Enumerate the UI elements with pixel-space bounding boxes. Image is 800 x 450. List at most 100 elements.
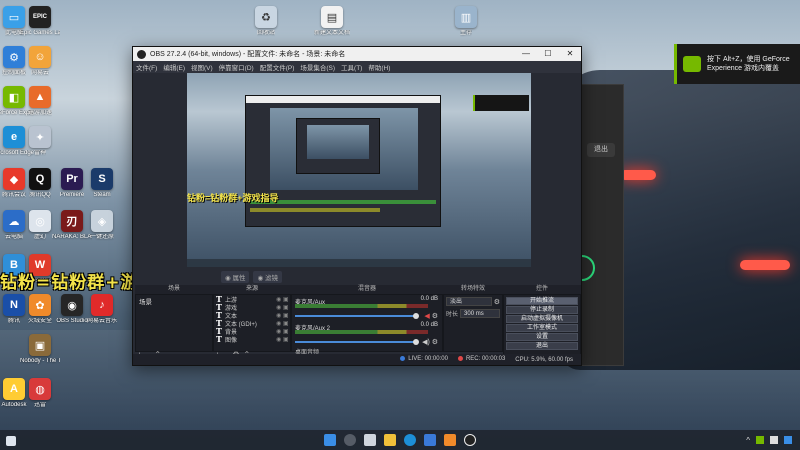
- tray-chevron-icon[interactable]: ^: [746, 436, 750, 445]
- lock-icon[interactable]: ▣: [283, 304, 290, 311]
- menu-profile[interactable]: 配置文件(P): [260, 62, 295, 72]
- volume-slider[interactable]: [295, 313, 419, 319]
- desktop-icon[interactable]: S Steam: [82, 168, 122, 199]
- live-status: LIVE: 00:00:00: [400, 356, 448, 363]
- volume-icon[interactable]: [784, 436, 792, 444]
- obs-title: OBS 27.2.4 (64-bit, windows) - 配置文件: 未命名…: [150, 51, 346, 58]
- geforce-toast: 按下 Alt+Z，使用 GeForce Experience 游戏内覆盖: [674, 44, 800, 84]
- obs-taskbar-icon[interactable]: [464, 434, 476, 446]
- start-streaming-button[interactable]: 开始推流: [506, 297, 578, 305]
- settings-button[interactable]: 设置: [506, 333, 578, 341]
- cpu-status: CPU: 5.9%, 60.00 fps: [515, 356, 573, 363]
- desktop-icon-label: 火绒安全: [27, 318, 52, 324]
- tab-properties[interactable]: ◉ 属性: [221, 271, 250, 283]
- eye-icon[interactable]: ◉: [276, 320, 283, 327]
- eye-icon[interactable]: ◉: [276, 304, 283, 311]
- file-explorer-icon[interactable]: [384, 434, 396, 446]
- eye-icon[interactable]: ◉: [276, 336, 283, 343]
- preview-nested-obs: [245, 95, 441, 227]
- obs-menu-bar: 文件(F) 编辑(E) 视图(V) 停靠窗口(D) 配置文件(P) 场景集合(S…: [133, 61, 581, 73]
- lock-icon[interactable]: ▣: [283, 328, 290, 335]
- wallpaper-tail-light: [740, 260, 790, 270]
- desktop-icon[interactable]: EPIC Epic Games Launcher: [20, 6, 60, 37]
- scene-item[interactable]: 场景: [136, 295, 212, 307]
- mute-icon[interactable]: ◀ ⚙: [424, 312, 438, 320]
- menu-help[interactable]: 帮助(H): [368, 62, 390, 72]
- controls-dock: 开始推流 停止录制 启动虚拟摄像机 工作室模式 设置 退出: [503, 294, 581, 362]
- obs-logo-icon: [137, 49, 146, 59]
- network-icon[interactable]: [770, 436, 778, 444]
- menu-edit[interactable]: 编辑(E): [163, 62, 185, 72]
- eye-icon[interactable]: ◉: [276, 312, 283, 319]
- app-icon: ▲: [29, 86, 51, 108]
- eye-icon[interactable]: ◉: [276, 296, 283, 303]
- controls-header: 控件: [503, 285, 581, 294]
- nvidia-tray-icon[interactable]: [756, 436, 764, 444]
- lock-icon[interactable]: ▣: [283, 312, 290, 319]
- lock-icon[interactable]: ▣: [283, 320, 290, 327]
- obs-title-bar[interactable]: OBS 27.2.4 (64-bit, windows) - 配置文件: 未命名…: [133, 47, 581, 61]
- source-item[interactable]: T 图像 ◉ ▣: [214, 334, 290, 344]
- sources-header: 来源: [213, 285, 291, 294]
- desktop-icon-label: 雷神: [33, 150, 46, 156]
- desktop-icon[interactable]: ♪ 网易云音乐: [82, 294, 122, 325]
- menu-view[interactable]: 视图(V): [191, 62, 213, 72]
- desktop-icon[interactable]: ☺ 网易云: [20, 46, 60, 77]
- lock-icon[interactable]: ▣: [283, 296, 290, 303]
- scenes-dock: 场景: [135, 294, 213, 352]
- app-icon[interactable]: [444, 434, 456, 446]
- transition-select[interactable]: 淡出: [446, 297, 492, 306]
- app-icon: ☺: [29, 46, 51, 68]
- toast-message: 按下 Alt+Z，使用 GeForce Experience 游戏内覆盖: [707, 56, 790, 72]
- app-icon: ◉: [61, 294, 83, 316]
- duration-input[interactable]: 300 ms: [460, 309, 500, 318]
- desktop-file-icon[interactable]: ♻ 回收站: [246, 6, 286, 37]
- desktop-icon-label: 网易云音乐: [86, 318, 117, 324]
- desktop-icon[interactable]: ◈ 一键还原: [82, 210, 122, 241]
- search-icon[interactable]: [344, 434, 356, 446]
- sources-dock: T 上游 ◉ ▣ T 游戏 ◉ ▣ T 文本 ◉ ▣ T 文本 (GDI+) ◉ ▣ T 背景 ◉ ▣ T 图像…: [213, 294, 291, 352]
- widgets-icon[interactable]: [6, 436, 16, 446]
- obs-window: OBS 27.2.4 (64-bit, windows) - 配置文件: 未命名…: [132, 46, 582, 366]
- eye-icon[interactable]: ◉: [276, 328, 283, 335]
- edge-icon[interactable]: [404, 434, 416, 446]
- task-view-icon[interactable]: [364, 434, 376, 446]
- desktop-icon-label: Premiere: [59, 192, 85, 198]
- tab-filters[interactable]: ◉ 滤镜: [253, 271, 282, 283]
- desktop-icon[interactable]: ▲ 迅游加速: [20, 86, 60, 117]
- menu-file[interactable]: 文件(F): [136, 62, 157, 72]
- desktop-icon-label: 网易云: [30, 70, 49, 76]
- transitions-header: 转场特效: [443, 285, 503, 294]
- lock-icon[interactable]: ▣: [283, 336, 290, 343]
- scenes-header: 场景: [135, 285, 213, 294]
- desktop-icon-label: 迅雷: [33, 402, 46, 408]
- speaker-icon[interactable]: ◀) ⚙: [422, 338, 438, 346]
- app-icon: ✿: [29, 294, 51, 316]
- nvidia-icon: [683, 56, 701, 72]
- exit-button[interactable]: 退出: [506, 342, 578, 350]
- desktop-icon[interactable]: ✦ 雷神: [20, 126, 60, 157]
- maximize-icon[interactable]: ☐: [537, 47, 559, 61]
- menu-tools[interactable]: 工具(T): [341, 62, 362, 72]
- minimize-icon[interactable]: —: [515, 47, 537, 61]
- gear-icon[interactable]: ⚙: [494, 298, 500, 306]
- app-icon: ◈: [91, 210, 113, 232]
- background-exit-button[interactable]: 退出: [587, 143, 615, 157]
- stop-recording-button[interactable]: 停止录制: [506, 306, 578, 314]
- menu-docks[interactable]: 停靠窗口(D): [219, 62, 254, 72]
- store-icon[interactable]: [424, 434, 436, 446]
- text-source-icon: T: [216, 334, 222, 344]
- obs-preview[interactable]: 钻粉=钻粉群+游戏指导: [187, 73, 531, 267]
- desktop-icon[interactable]: ▣ Nobody - The Turnaround: [20, 334, 60, 365]
- studio-mode-button[interactable]: 工作室模式: [506, 324, 578, 332]
- rec-status: REC: 00:00:03: [457, 356, 505, 363]
- close-icon[interactable]: ✕: [559, 47, 581, 61]
- desktop-icon-label: 腾讯QQ: [29, 192, 51, 198]
- menu-scene-collection[interactable]: 场景集合(S): [300, 62, 335, 72]
- desktop-file-icon[interactable]: ▥ 主存: [446, 6, 486, 37]
- volume-slider[interactable]: [295, 339, 419, 345]
- start-icon[interactable]: [324, 434, 336, 446]
- virtual-camera-button[interactable]: 启动虚拟摄像机: [506, 315, 578, 323]
- desktop-file-icon[interactable]: ▤ 新建文本文档: [312, 6, 352, 37]
- desktop-icon[interactable]: ◍ 迅雷: [20, 378, 60, 409]
